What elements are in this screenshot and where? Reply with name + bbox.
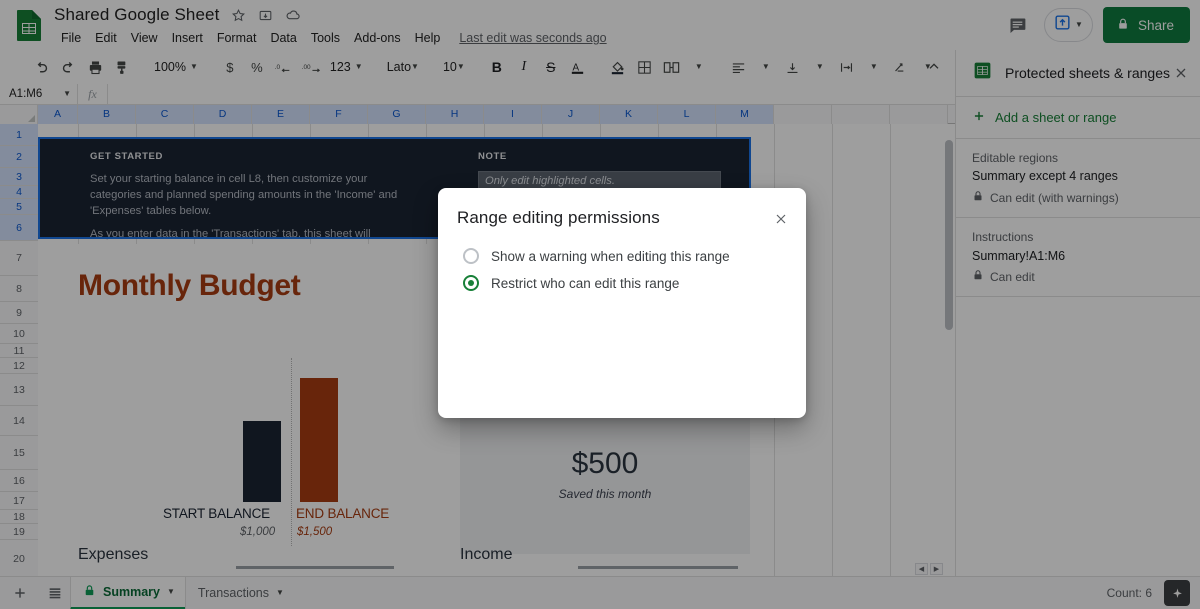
- option-show-warning-label: Show a warning when editing this range: [491, 248, 730, 264]
- option-restrict-editors[interactable]: Restrict who can edit this range: [463, 275, 679, 291]
- range-editing-permissions-dialog: Range editing permissions Show a warning…: [438, 188, 806, 418]
- radio-show-warning[interactable]: [463, 248, 479, 264]
- close-icon[interactable]: [770, 208, 792, 230]
- google-sheets-window: Shared Google Sheet File Edit View Inser…: [0, 0, 1200, 609]
- option-show-warning[interactable]: Show a warning when editing this range: [463, 248, 730, 264]
- dialog-title: Range editing permissions: [457, 208, 660, 227]
- radio-restrict-editors[interactable]: [463, 275, 479, 291]
- option-restrict-editors-label: Restrict who can edit this range: [491, 275, 680, 291]
